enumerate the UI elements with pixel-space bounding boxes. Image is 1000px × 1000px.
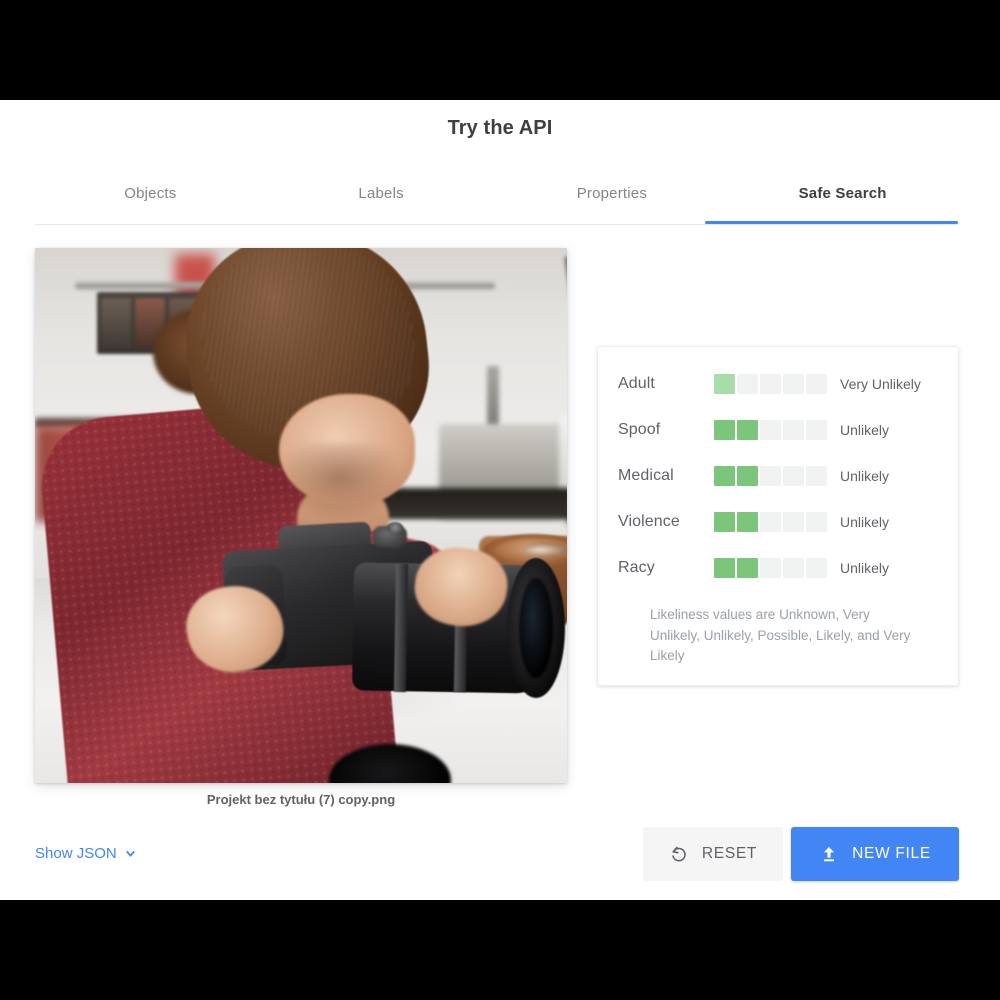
row-label-racy: Racy: [618, 559, 655, 576]
face-shadow: [285, 444, 405, 520]
row-value-violence: Unlikely: [840, 514, 890, 530]
table-row: Spoof Unlikely: [598, 407, 960, 453]
new-file-button[interactable]: NEW FILE: [791, 827, 959, 881]
likeliness-meter-spoof: [714, 420, 828, 440]
lens-zoom-ring: [393, 563, 409, 693]
image-filename-caption: Projekt bez tytułu (7) copy.png: [206, 792, 396, 807]
table-row: Medical Unlikely: [598, 453, 960, 499]
chevron-down-icon: [126, 851, 135, 857]
screenshot-stage: Try the API Objects Labels Properties Sa…: [0, 0, 1000, 1000]
lens-glass: [519, 578, 553, 678]
rotate-ccw-icon: [672, 846, 686, 862]
upload-icon: [824, 846, 835, 862]
meter-segment-filled: [737, 420, 758, 440]
safe-search-results-card: Adult Very Unlikely Spoof Unlikely Medic…: [597, 346, 959, 686]
tab-labels[interactable]: Labels: [266, 182, 497, 224]
letterbox-top: [0, 0, 1000, 100]
meter-segment-filled: [714, 466, 735, 486]
likeliness-scale-note: Likeliness values are Unknown, Very Unli…: [650, 607, 911, 664]
try-the-api-page: Try the API Objects Labels Properties Sa…: [0, 100, 1000, 900]
pot-lid-knob: [487, 366, 499, 428]
row-label-spoof: Spoof: [618, 421, 661, 438]
table-row: Adult Very Unlikely: [598, 361, 960, 407]
safe-search-rows: Adult Very Unlikely Spoof Unlikely Medic…: [598, 361, 960, 591]
tab-properties[interactable]: Properties: [497, 182, 728, 224]
show-json-toggle[interactable]: Show JSON: [35, 845, 137, 862]
meter-segment-filled: [714, 374, 735, 394]
likeliness-meter-medical: [714, 466, 828, 486]
image-preview[interactable]: [35, 248, 567, 783]
likeliness-meter-violence: [714, 512, 828, 532]
show-json-label: Show JSON: [35, 845, 117, 862]
active-tab-indicator: [705, 221, 958, 224]
meter-segment-empty: [760, 374, 781, 394]
row-label-violence: Violence: [618, 513, 680, 530]
meter-segment-empty: [783, 420, 804, 440]
row-value-medical: Unlikely: [840, 468, 890, 484]
meter-segment-filled: [737, 512, 758, 532]
meter-segment-filled: [714, 420, 735, 440]
meter-segment-empty: [783, 558, 804, 578]
tab-bar: Objects Labels Properties Safe Search: [35, 182, 958, 224]
camera-shutter-button: [387, 522, 403, 533]
likeliness-meter-adult: [714, 374, 828, 394]
meter-segment-filled: [714, 558, 735, 578]
table-row: Violence Unlikely: [598, 499, 960, 545]
meter-segment-empty: [783, 466, 804, 486]
row-value-racy: Unlikely: [840, 560, 890, 576]
preview-photo: [35, 248, 567, 783]
meter-segment-empty: [760, 420, 781, 440]
meter-segment-empty: [760, 466, 781, 486]
meter-segment-empty: [806, 466, 827, 486]
reset-button-label: RESET: [701, 845, 758, 862]
meter-segment-empty: [806, 558, 827, 578]
row-label-adult: Adult: [618, 375, 655, 392]
tab-objects[interactable]: Objects: [35, 182, 266, 224]
tab-bar-divider: [35, 224, 958, 225]
meter-segment-filled: [714, 512, 735, 532]
meter-segment-filled: [737, 466, 758, 486]
letterbox-bottom: [0, 900, 1000, 1000]
row-value-spoof: Unlikely: [840, 422, 890, 438]
tab-safe-search[interactable]: Safe Search: [727, 182, 958, 224]
meter-segment-empty: [737, 374, 758, 394]
meter-segment-empty: [806, 420, 827, 440]
row-label-medical: Medical: [618, 467, 674, 484]
meter-segment-empty: [783, 512, 804, 532]
wooden-bowl-contents: [521, 542, 567, 558]
meter-segment-empty: [760, 512, 781, 532]
likeliness-meter-racy: [714, 558, 828, 578]
reset-button[interactable]: RESET: [643, 827, 783, 881]
meter-segment-empty: [783, 374, 804, 394]
table-row: Racy Unlikely: [598, 545, 960, 591]
meter-segment-empty: [806, 512, 827, 532]
spice-jar: [101, 298, 131, 348]
row-value-adult: Very Unlikely: [840, 376, 921, 392]
meter-segment-empty: [806, 374, 827, 394]
meter-segment-filled: [737, 558, 758, 578]
new-file-button-label: NEW FILE: [852, 845, 931, 862]
meter-segment-empty: [760, 558, 781, 578]
page-title: Try the API: [447, 117, 553, 139]
